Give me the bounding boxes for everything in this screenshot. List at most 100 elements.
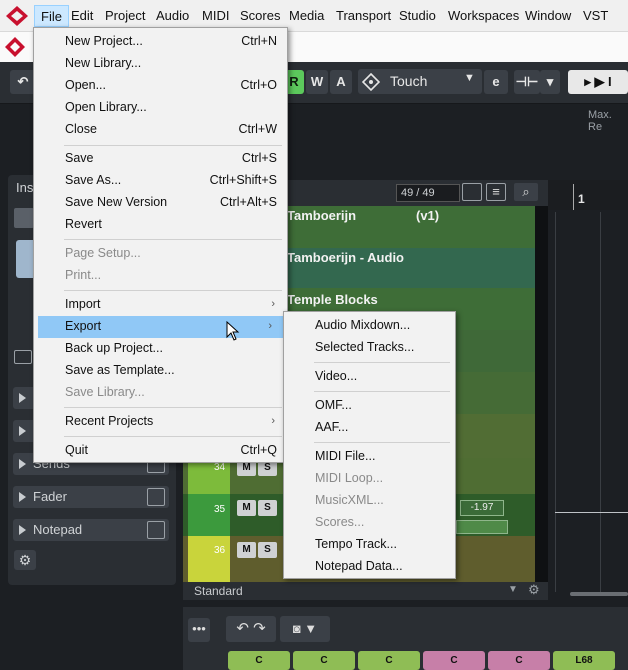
menu-item-open-library[interactable]: Open Library... xyxy=(34,97,287,119)
gear-icon[interactable]: ⚙ xyxy=(14,550,36,570)
track-name: Tamboerijn - Audio xyxy=(287,250,404,265)
menu-media[interactable]: Media xyxy=(283,0,330,32)
automation-mode-value: Touch xyxy=(390,73,428,89)
track-counter: 49 / 49 xyxy=(396,184,460,202)
mute-button[interactable]: M xyxy=(237,542,256,558)
list-icon[interactable]: ≡ xyxy=(486,183,506,201)
solo-button[interactable]: S xyxy=(258,500,277,516)
menu-item-export[interactable]: Export › xyxy=(38,316,284,338)
menu-item-new-project[interactable]: New Project... Ctrl+N xyxy=(34,31,287,53)
track-name: Temple Blocks xyxy=(287,292,378,307)
clip-event[interactable]: C xyxy=(358,651,420,670)
track-scrollbar[interactable] xyxy=(535,206,548,582)
tool-selector[interactable]: ▸ ▶ I xyxy=(568,70,628,94)
menu-vst-cloud[interactable]: VST Clou xyxy=(577,0,628,55)
track-volume-fader[interactable] xyxy=(456,520,508,534)
menu-item-video[interactable]: Video... xyxy=(284,366,455,388)
menu-item-revert[interactable]: Revert xyxy=(34,214,287,236)
menu-separator xyxy=(64,239,282,240)
menu-separator xyxy=(64,407,282,408)
chevron-down-icon: ▼ xyxy=(464,72,475,84)
menu-item-import[interactable]: Import › xyxy=(34,294,287,316)
inspector-section-fader[interactable]: Fader xyxy=(13,486,169,508)
menu-item-midi-file[interactable]: MIDI File... xyxy=(284,446,455,468)
track-number: 35 xyxy=(214,504,226,515)
track-number: 34 xyxy=(214,462,226,473)
suspend-automation-icon[interactable]: e xyxy=(484,70,508,94)
fader-icon xyxy=(147,488,165,506)
menu-separator xyxy=(314,391,450,392)
clip-event[interactable]: C xyxy=(228,651,290,670)
max-rec-label: Max. Re xyxy=(588,109,612,133)
chevron-right-icon: › xyxy=(268,320,272,332)
menu-separator xyxy=(314,442,450,443)
track-visibility-icon[interactable] xyxy=(462,183,482,201)
more-icon[interactable]: ••• xyxy=(188,618,210,642)
menu-window[interactable]: Window xyxy=(519,0,577,32)
menu-item-tempo-track[interactable]: Tempo Track... xyxy=(284,534,455,556)
menu-item-musicxml: MusicXML... xyxy=(315,493,384,507)
track-color-strip xyxy=(188,494,230,536)
ruler-tick xyxy=(573,184,574,210)
inspector-section-notepad[interactable]: Notepad xyxy=(13,519,169,541)
menu-studio[interactable]: Studio xyxy=(393,0,442,32)
menu-transport[interactable]: Transport xyxy=(330,0,397,32)
menu-item-back-up-project[interactable]: Back up Project... xyxy=(34,338,287,360)
horizontal-scrollbar[interactable] xyxy=(570,592,628,596)
menu-item-notepad-data[interactable]: Notepad Data... xyxy=(284,556,455,578)
menu-item-midi-loop: MIDI Loop... xyxy=(315,471,384,485)
menu-item-audio-mixdown[interactable]: Audio Mixdown... xyxy=(284,315,455,337)
gear-icon[interactable]: ⚙ xyxy=(528,582,540,598)
menu-item-scores: Scores... xyxy=(315,515,365,529)
menu-separator xyxy=(64,436,282,437)
clip-event[interactable]: L68 xyxy=(553,651,615,670)
clip-event[interactable]: C xyxy=(293,651,355,670)
cubase-logo-icon[interactable] xyxy=(4,4,30,28)
ruler[interactable] xyxy=(548,180,628,210)
track-volume-value[interactable]: -1.97 xyxy=(460,500,504,516)
menu-separator xyxy=(64,290,282,291)
mute-button[interactable]: M xyxy=(237,500,256,516)
notepad-icon xyxy=(147,521,165,539)
solo-button[interactable]: S xyxy=(258,542,277,558)
file-menu: New Project... Ctrl+N New Library... Open… xyxy=(33,27,288,463)
menu-item-save-as-template[interactable]: Save as Template... xyxy=(34,360,287,382)
menu-file[interactable]: File xyxy=(34,5,69,27)
event-display[interactable] xyxy=(548,210,628,595)
ruler-bar-label: 1 xyxy=(578,192,585,206)
track-color-strip xyxy=(188,536,230,582)
menu-item-close[interactable]: Close Ctrl+W xyxy=(34,119,287,141)
menu-item-selected-tracks[interactable]: Selected Tracks... xyxy=(284,337,455,359)
fader-label: Fader xyxy=(33,489,67,504)
chevron-right-icon: › xyxy=(271,415,275,427)
undo-redo-icon[interactable]: ↶ ↷ xyxy=(226,616,276,642)
export-submenu: Audio Mixdown... Selected Tracks... Vide… xyxy=(283,311,456,579)
menu-item-save-as[interactable]: Save As... Ctrl+Shift+S xyxy=(34,170,287,192)
snapshot-icon[interactable]: ◙ ▼ xyxy=(280,616,330,642)
menu-item-open[interactable]: Open... Ctrl+O xyxy=(34,75,287,97)
menu-item-save-library: Save Library... xyxy=(65,385,145,399)
cubase-logo-icon xyxy=(5,37,25,57)
menu-separator xyxy=(314,362,450,363)
menu-item-new-library[interactable]: New Library... xyxy=(34,53,287,75)
automation-a-button[interactable]: A xyxy=(330,70,352,94)
chevron-right-icon: › xyxy=(271,298,275,310)
menu-item-save-new-version[interactable]: Save New Version Ctrl+Alt+S xyxy=(34,192,287,214)
chevron-down-icon[interactable]: ▾ xyxy=(540,70,560,94)
inspector-collapse-button[interactable] xyxy=(14,208,34,228)
track-number: 36 xyxy=(214,545,226,556)
menu-item-print: Print... xyxy=(65,268,102,282)
chevron-down-icon[interactable]: ▼ xyxy=(508,584,518,595)
menu-item-recent-projects[interactable]: Recent Projects › xyxy=(34,411,287,433)
menu-item-quit[interactable]: Quit Ctrl+Q xyxy=(34,440,287,462)
write-automation-button[interactable]: W xyxy=(306,70,328,94)
menu-workspaces[interactable]: Workspaces xyxy=(442,0,525,32)
clip-event[interactable]: C xyxy=(423,651,485,670)
snap-icon[interactable]: ⊣⊢ xyxy=(514,70,540,94)
menu-item-save[interactable]: Save Ctrl+S xyxy=(34,148,287,170)
input-routing-icon[interactable] xyxy=(14,350,32,364)
menu-item-aaf[interactable]: AAF... xyxy=(284,417,455,439)
clip-event[interactable]: C xyxy=(488,651,550,670)
search-icon[interactable]: ⌕ xyxy=(514,183,538,201)
menu-item-omf[interactable]: OMF... xyxy=(284,395,455,417)
